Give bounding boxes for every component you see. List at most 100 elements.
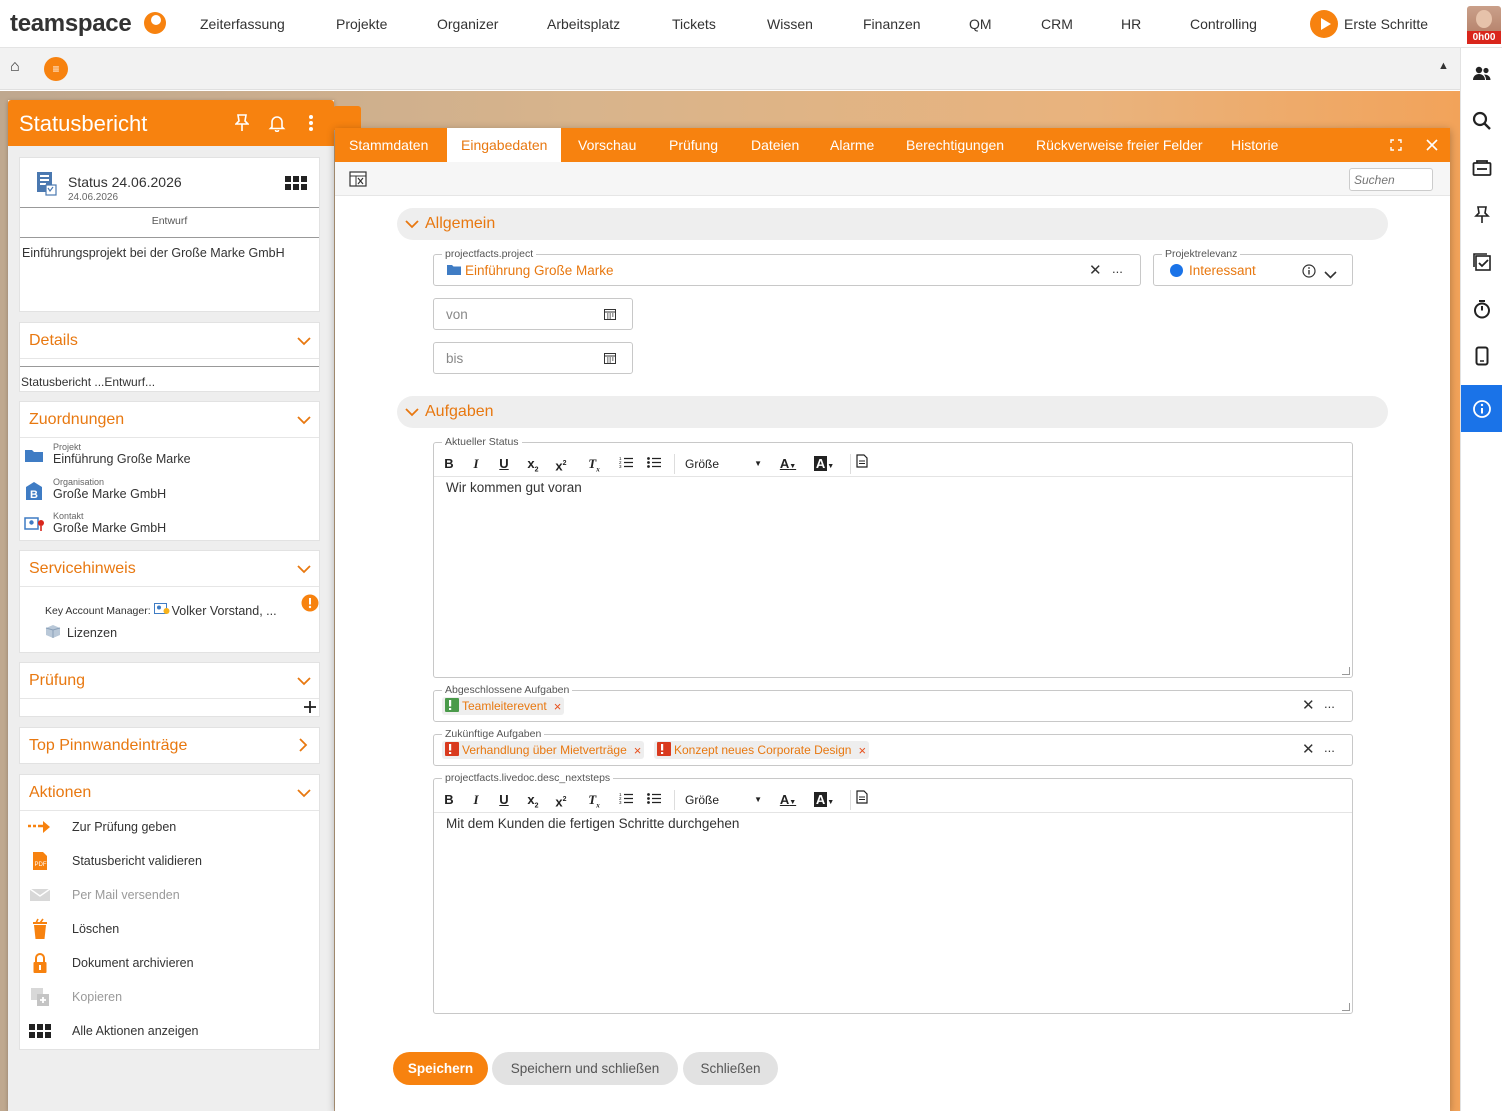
export-excel-icon[interactable] (349, 171, 367, 190)
nav-arbeitsplatz[interactable]: Arbeitsplatz (547, 16, 620, 32)
erste-schritte-button[interactable]: Erste Schritte (1310, 10, 1428, 38)
task-chip[interactable]: Konzept neues Corporate Design × (654, 741, 870, 759)
pin-icon[interactable] (1461, 191, 1502, 238)
tab-dateien[interactable]: Dateien (737, 128, 813, 162)
resize-handle[interactable] (1342, 667, 1350, 675)
action-zur-pruefung-geben[interactable]: Zur Prüfung geben (28, 815, 176, 839)
nav-qm[interactable]: QM (969, 16, 992, 32)
nav-organizer[interactable]: Organizer (437, 16, 498, 32)
tab-vorschau[interactable]: Vorschau (564, 128, 650, 162)
info-icon[interactable] (1302, 264, 1316, 281)
italic-icon[interactable]: I (469, 454, 483, 474)
maximize-icon[interactable] (1390, 139, 1402, 154)
tab-alarme[interactable]: Alarme (816, 128, 888, 162)
zuordnung-organisation[interactable]: Organisation Große Marke GmbH (53, 477, 166, 501)
project-value[interactable]: Einführung Große Marke (465, 263, 614, 278)
task-chip[interactable]: Teamleiterevent × (442, 697, 565, 715)
key-account-manager[interactable]: Key Account Manager: Volker Vorstand, ..… (45, 603, 277, 618)
tab-stammdaten[interactable]: Stammdaten (335, 128, 442, 162)
von-date-input[interactable]: von (433, 298, 633, 330)
subscript-icon[interactable]: x2 (524, 790, 542, 810)
warning-icon[interactable] (301, 594, 319, 615)
clear-format-icon[interactable]: Tx (585, 454, 603, 474)
font-size-select[interactable]: Größe ▼ (674, 454, 762, 474)
pinnwand-header[interactable]: Top Pinnwandeinträge (20, 728, 319, 764)
save-button[interactable]: Speichern (393, 1052, 488, 1085)
remove-chip-icon[interactable]: × (634, 743, 642, 758)
nextsteps-content[interactable]: Mit dem Kunden die fertigen Schritte dur… (446, 816, 739, 831)
grid-icon[interactable] (285, 176, 307, 193)
text-color-icon[interactable]: A▼ (776, 454, 800, 474)
inbox-icon[interactable] (1461, 144, 1502, 191)
zuordnungen-header[interactable]: Zuordnungen (20, 402, 319, 438)
ordered-list-icon[interactable]: 123 (618, 790, 634, 810)
info-icon[interactable] (1461, 385, 1502, 432)
italic-icon[interactable]: I (469, 790, 483, 810)
tab-berechtigungen[interactable]: Berechtigungen (892, 128, 1018, 162)
projektrelevanz-select[interactable]: Projektrelevanz Interessant (1153, 248, 1353, 286)
details-header[interactable]: Details (20, 323, 319, 359)
bis-date-input[interactable]: bis (433, 342, 633, 374)
nav-tickets[interactable]: Tickets (672, 16, 716, 32)
more-icon[interactable]: ... (1324, 696, 1335, 711)
menu-icon[interactable]: ≡ (44, 57, 68, 81)
background-color-icon[interactable]: A ▼ (811, 454, 837, 474)
collapse-up-icon[interactable]: ▲ (1438, 60, 1449, 72)
background-color-icon[interactable]: A ▼ (811, 790, 837, 810)
bold-icon[interactable]: B (442, 454, 456, 474)
section-aufgaben[interactable]: Aufgaben (397, 396, 1388, 428)
remove-chip-icon[interactable]: × (554, 699, 562, 714)
action-loeschen[interactable]: Löschen (28, 917, 119, 941)
calendar-icon[interactable] (604, 308, 616, 323)
more-icon[interactable]: ... (1112, 261, 1123, 276)
bell-icon[interactable] (268, 114, 286, 135)
bullet-list-icon[interactable] (646, 790, 662, 810)
subscript-icon[interactable]: x2 (524, 454, 542, 474)
underline-icon[interactable]: U (497, 790, 511, 810)
zuordnung-projekt[interactable]: Projekt Einführung Große Marke (53, 442, 191, 466)
close-icon[interactable] (1426, 139, 1438, 154)
zukuenftige-aufgaben-field[interactable]: Zukünftige Aufgaben Verhandlung über Mie… (433, 728, 1353, 766)
clear-format-icon[interactable]: Tx (585, 790, 603, 810)
stopwatch-icon[interactable] (1461, 285, 1502, 332)
pin-icon[interactable] (234, 114, 250, 135)
more-vertical-icon[interactable] (308, 114, 314, 135)
nav-wissen[interactable]: Wissen (767, 16, 813, 32)
task-chip[interactable]: Verhandlung über Mietverträge × (442, 741, 645, 759)
pruefung-header[interactable]: Prüfung (20, 663, 319, 699)
tab-eingabedaten[interactable]: Eingabedaten (447, 128, 562, 162)
clear-icon[interactable]: ✕ (1302, 696, 1315, 714)
search-icon[interactable] (1461, 97, 1502, 144)
action-per-mail-versenden[interactable]: Per Mail versenden (28, 883, 180, 907)
tab-rueckverweise[interactable]: Rückverweise freier Felder (1022, 128, 1217, 162)
aktueller-status-content[interactable]: Wir kommen gut voran (446, 480, 582, 495)
abgeschlossene-aufgaben-field[interactable]: Abgeschlossene Aufgaben Teamleiterevent … (433, 684, 1353, 722)
mobile-icon[interactable] (1461, 332, 1502, 379)
underline-icon[interactable]: U (497, 454, 511, 474)
servicehinweis-header[interactable]: Servicehinweis (20, 551, 319, 587)
nav-controlling[interactable]: Controlling (1190, 16, 1257, 32)
section-allgemein[interactable]: Allgemein (397, 208, 1388, 240)
action-alle-aktionen-anzeigen[interactable]: Alle Aktionen anzeigen (28, 1019, 198, 1043)
add-icon[interactable] (304, 701, 316, 716)
nav-projekte[interactable]: Projekte (336, 16, 387, 32)
nav-finanzen[interactable]: Finanzen (863, 16, 921, 32)
action-dokument-archivieren[interactable]: Dokument archivieren (28, 951, 194, 975)
save-close-button[interactable]: Speichern und schließen (492, 1052, 678, 1085)
tasks-icon[interactable] (1461, 238, 1502, 285)
close-button[interactable]: Schließen (683, 1052, 778, 1085)
resize-handle[interactable] (1342, 1003, 1350, 1011)
source-document-icon[interactable] (850, 454, 868, 474)
superscript-icon[interactable]: x2 (552, 790, 570, 810)
app-logo[interactable]: teamspace (10, 10, 132, 38)
action-kopieren[interactable]: Kopieren (28, 985, 122, 1009)
people-icon[interactable] (1461, 50, 1502, 97)
tab-historie[interactable]: Historie (1217, 128, 1292, 162)
clear-icon[interactable]: ✕ (1089, 261, 1102, 279)
more-icon[interactable]: ... (1324, 740, 1335, 755)
bullet-list-icon[interactable] (646, 454, 662, 474)
remove-chip-icon[interactable]: × (858, 743, 866, 758)
bold-icon[interactable]: B (442, 790, 456, 810)
search-input[interactable] (1349, 168, 1433, 191)
lizenzen-link[interactable]: Lizenzen (45, 624, 117, 641)
